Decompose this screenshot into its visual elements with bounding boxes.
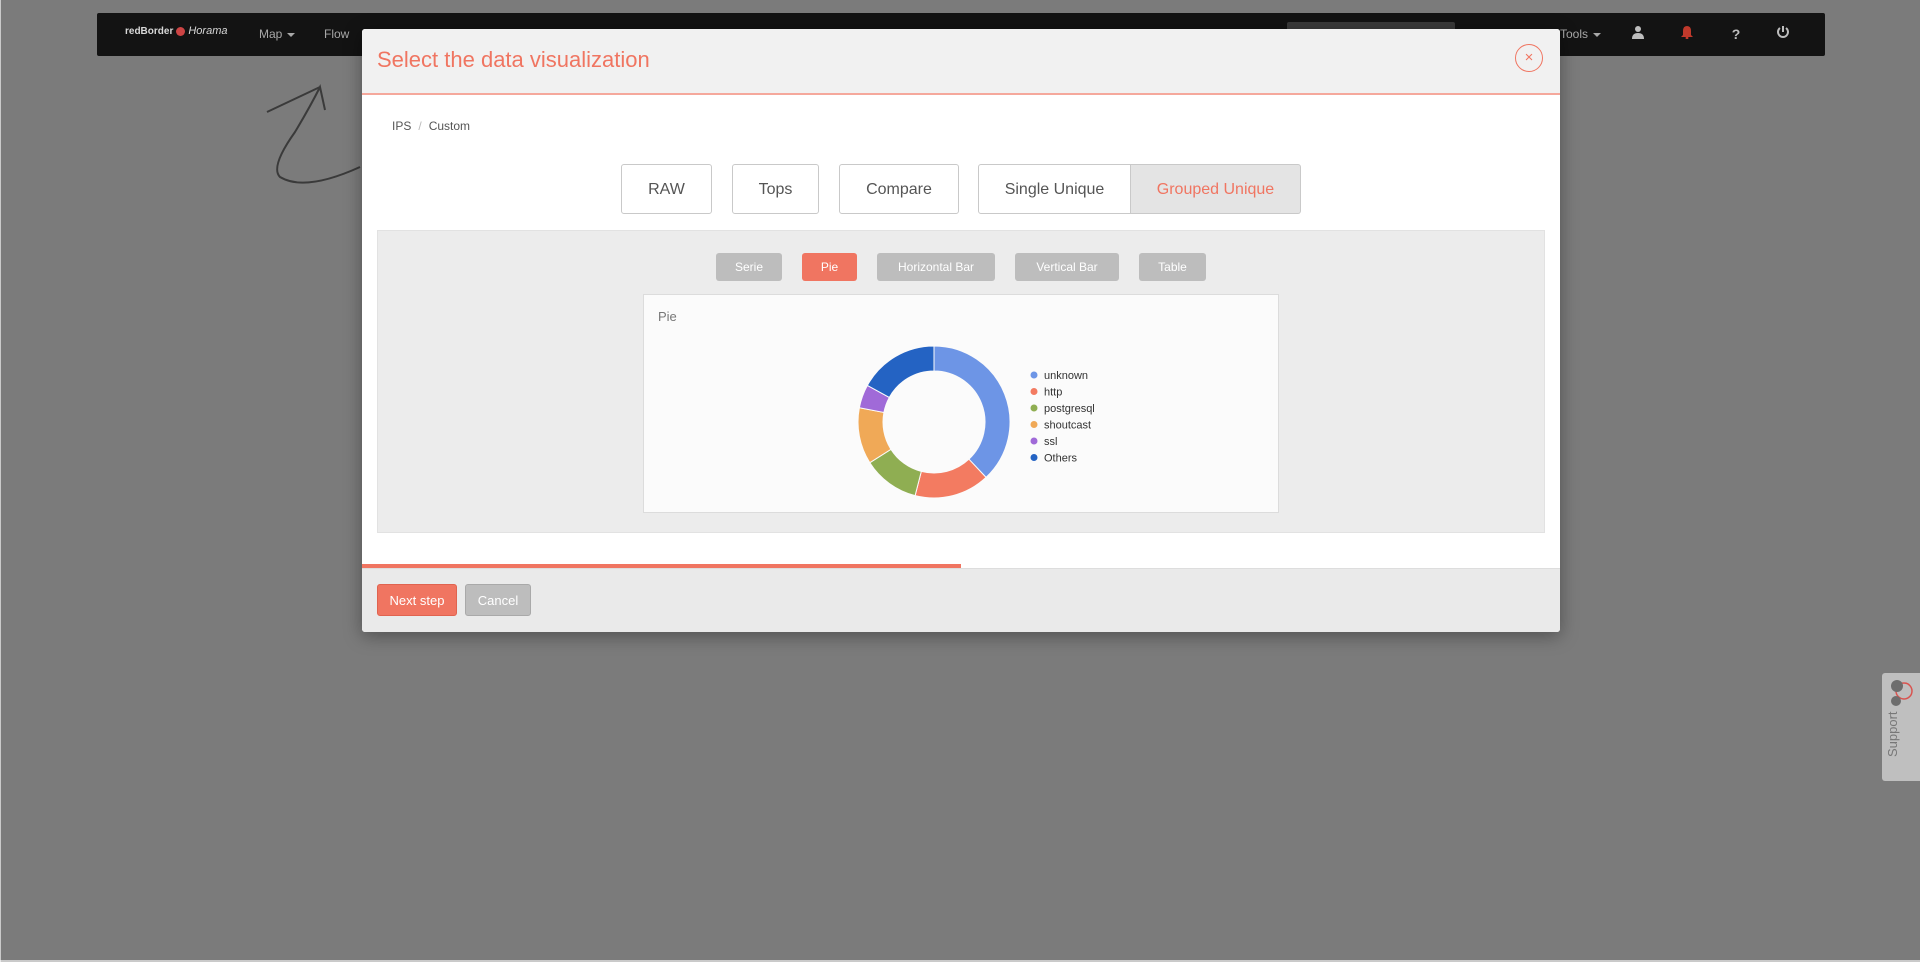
nav-item-flow[interactable]: Flow (324, 27, 349, 41)
nav-item-label: Map (259, 27, 283, 41)
legend-swatch-unknown (1030, 371, 1038, 379)
bell-icon[interactable] (1678, 25, 1696, 43)
pie-chart: Pie unknown http postgresql shoutcast ssl Oth… (643, 294, 1279, 513)
legend-swatch-postgresql (1030, 404, 1038, 412)
arrow-doodle-icon (266, 84, 361, 184)
logo-text: redBorder (125, 26, 174, 37)
legend-label-http[interactable]: http (1044, 387, 1062, 399)
legend-label-postgresql[interactable]: postgresql (1044, 403, 1095, 415)
subtab-horizontal-bar[interactable]: Horizontal Bar (877, 253, 995, 281)
type-button-tops[interactable]: Tops (732, 164, 819, 214)
legend-swatch-shoutcast (1030, 421, 1038, 428)
support-label: Support (1885, 711, 1900, 757)
nav-item-label: Flow (324, 27, 350, 41)
app-logo[interactable]: redBorder Horama (125, 25, 227, 37)
type-button-grouped-unique[interactable]: Grouped Unique (1131, 164, 1301, 214)
logo-sub-text: Horama (188, 25, 228, 37)
legend-swatch-http (1030, 388, 1038, 395)
chevron-down-icon (1593, 32, 1602, 37)
legend-label-unknown[interactable]: unknown (1044, 370, 1088, 382)
subtab-vertical-bar[interactable]: Vertical Bar (1015, 253, 1119, 281)
modal-footer: Next step Cancel (362, 568, 1560, 632)
pie-chart-svg: unknown http postgresql shoutcast ssl Others (857, 345, 1095, 499)
breadcrumb-item-custom: Custom (428, 119, 471, 133)
type-button-compare[interactable]: Compare (839, 164, 959, 214)
pie-slice-others[interactable] (866, 345, 935, 399)
pie-slice-unknown[interactable] (933, 345, 1011, 479)
legend-swatch-ssl (1030, 437, 1038, 445)
subtab-pie[interactable]: Pie (802, 253, 857, 281)
cancel-button[interactable]: Cancel (465, 584, 531, 616)
breadcrumb-separator: / (418, 119, 422, 133)
nav-item-map[interactable]: Map (259, 27, 296, 41)
subtab-table[interactable]: Table (1139, 253, 1206, 281)
help-icon[interactable]: ? (1727, 25, 1745, 43)
legend-label-ssl[interactable]: ssl (1044, 436, 1057, 448)
modal-header: Select the data visualization × (362, 29, 1560, 95)
page-left-edge (0, 0, 1, 962)
support-tab[interactable]: Support (1882, 673, 1920, 781)
chevron-down-icon (287, 32, 296, 37)
type-button-single-unique[interactable]: Single Unique (978, 164, 1131, 214)
legend-label-shoutcast[interactable]: shoutcast (1044, 420, 1091, 432)
close-icon[interactable]: × (1515, 44, 1543, 72)
next-step-button[interactable]: Next step (377, 584, 457, 616)
nav-item-tools[interactable]: Tools (1560, 27, 1602, 41)
breadcrumb: IPS / Custom (392, 119, 470, 133)
support-icon (1891, 680, 1913, 706)
modal-title: Select the data visualization (377, 47, 650, 72)
visualization-panel: Serie Pie Horizontal Bar Vertical Bar Ta… (377, 230, 1545, 533)
user-icon[interactable] (1629, 25, 1647, 43)
legend-swatch-others (1030, 454, 1038, 461)
legend-label-others[interactable]: Others (1044, 453, 1078, 465)
visualization-modal: Select the data visualization × IPS / Cust… (362, 29, 1560, 632)
type-button-raw[interactable]: RAW (621, 164, 712, 214)
subtab-serie[interactable]: Serie (716, 253, 782, 281)
breadcrumb-item-ips[interactable]: IPS (392, 119, 411, 133)
nav-item-label: Tools (1560, 27, 1589, 41)
power-icon[interactable] (1774, 25, 1792, 43)
logo-dot-icon (176, 26, 186, 36)
